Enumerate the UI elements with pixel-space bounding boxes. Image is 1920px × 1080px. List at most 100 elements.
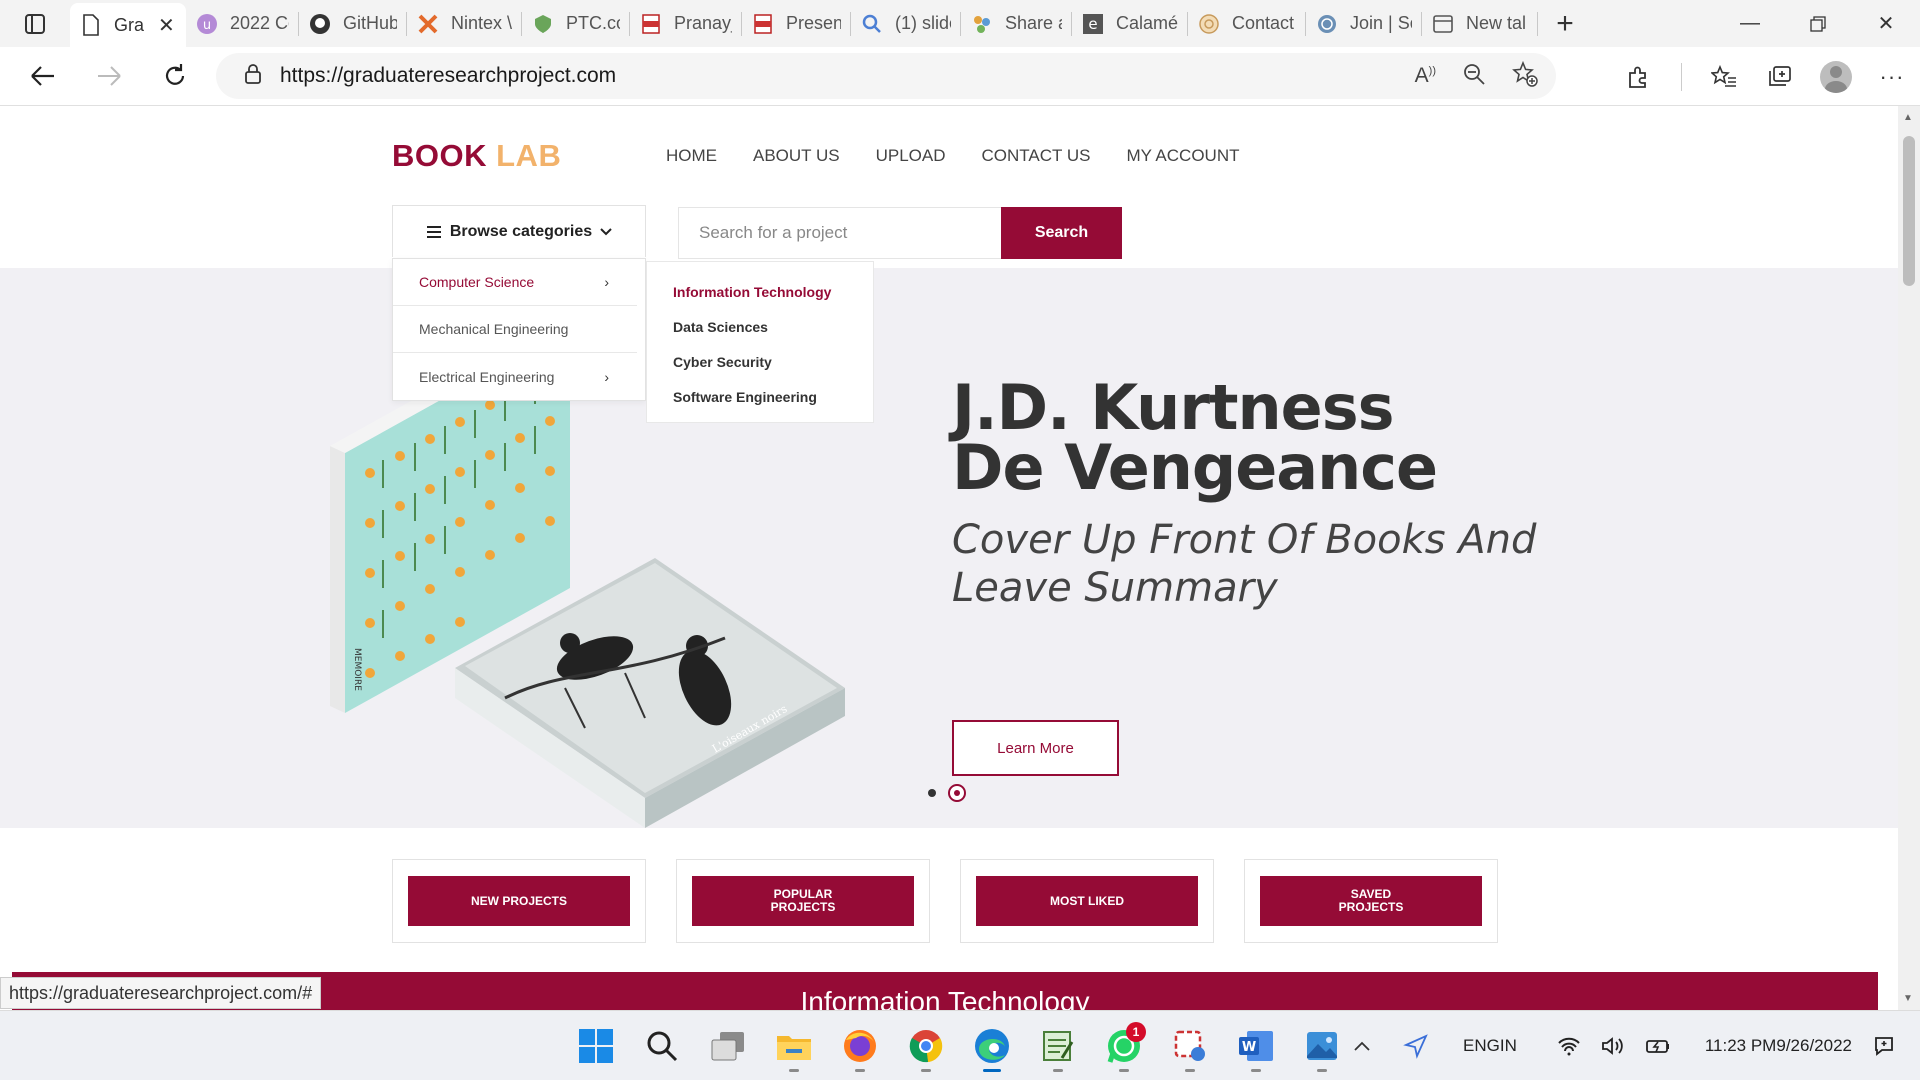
browser-tab[interactable]: PTC.con: [522, 0, 630, 47]
scrollbar-thumb[interactable]: [1903, 136, 1915, 286]
window-controls: — ✕: [1716, 0, 1920, 47]
browser-tab[interactable]: Pranay_: [630, 0, 742, 47]
battery-icon[interactable]: [1645, 1037, 1671, 1055]
notepad-button[interactable]: [1034, 1020, 1082, 1072]
search-button[interactable]: Search: [1001, 207, 1122, 259]
svg-text:u: u: [203, 18, 211, 33]
slider-dot-2[interactable]: [948, 784, 966, 802]
location-arrow-icon: [1403, 1034, 1428, 1059]
tab-actions-button[interactable]: [0, 0, 70, 47]
forward-button[interactable]: [76, 47, 142, 106]
notification-badge: 1: [1126, 1022, 1146, 1042]
categories-dropdown: Computer Science › Mechanical Engineerin…: [392, 258, 646, 401]
extensions-button[interactable]: [1610, 47, 1666, 106]
close-tab-icon[interactable]: ✕: [158, 13, 175, 38]
new-projects-button[interactable]: NEW PROJECTS: [408, 876, 630, 926]
refresh-button[interactable]: [142, 47, 208, 106]
swirl-icon: [1198, 13, 1220, 35]
clock[interactable]: 11:23 PM 9/26/2022: [1705, 1035, 1852, 1057]
nav-upload[interactable]: UPLOAD: [876, 146, 946, 166]
browse-categories-button[interactable]: Browse categories: [392, 205, 646, 257]
card-new-projects: NEW PROJECTS: [392, 859, 646, 943]
search-icon: [861, 13, 883, 35]
new-tab-button[interactable]: +: [1538, 0, 1592, 47]
tab-label: Pranay_: [674, 13, 732, 33]
nav-my-account[interactable]: MY ACCOUNT: [1126, 146, 1239, 166]
zoom-out-icon[interactable]: [1462, 62, 1486, 91]
browser-tab[interactable]: Share a: [961, 0, 1072, 47]
windows-start-button[interactable]: [572, 1020, 620, 1072]
browser-tab[interactable]: GitHub: [299, 0, 407, 47]
running-indicator: [1251, 1069, 1261, 1072]
learn-more-button[interactable]: Learn More: [952, 720, 1119, 776]
photos-button[interactable]: [1298, 1020, 1346, 1072]
tray-overflow-button[interactable]: [1353, 1040, 1371, 1052]
edge-button[interactable]: [968, 1020, 1016, 1072]
browser-tab[interactable]: Nintex \: [407, 0, 522, 47]
card-popular-projects: POPULAR PROJECTS: [676, 859, 930, 943]
read-aloud-icon[interactable]: A)): [1415, 64, 1436, 88]
browser-tab[interactable]: Present: [742, 0, 851, 47]
browser-tab[interactable]: (1) slide: [851, 0, 961, 47]
books-illustration: MEMOIRE L'oiseaux noirs: [330, 398, 845, 828]
saved-projects-button[interactable]: SAVED PROJECTS: [1260, 876, 1482, 926]
scroll-down-icon[interactable]: ▼: [1903, 993, 1913, 1004]
settings-more-button[interactable]: ···: [1864, 47, 1920, 106]
nav-contact-us[interactable]: CONTACT US: [982, 146, 1091, 166]
search-input[interactable]: Search for a project: [678, 207, 1001, 259]
snipping-tool-button[interactable]: [1166, 1020, 1214, 1072]
minimize-button[interactable]: —: [1716, 0, 1784, 47]
site-logo[interactable]: BOOK LAB: [392, 138, 561, 174]
subcategory-data-sciences[interactable]: Data Sciences: [673, 309, 873, 344]
whatsapp-button[interactable]: 1: [1100, 1020, 1148, 1072]
forward-arrow-icon: [98, 66, 121, 86]
location-button[interactable]: [1403, 1033, 1429, 1059]
page-scrollbar[interactable]: ▲ ▼: [1898, 106, 1920, 1010]
taskbar-search-button[interactable]: [638, 1020, 686, 1072]
notepad-icon: [1043, 1031, 1074, 1061]
browser-tab[interactable]: e Calamé: [1072, 0, 1188, 47]
browser-tab-active[interactable]: Gra ✕: [70, 3, 186, 47]
browser-tab[interactable]: New tal: [1422, 0, 1538, 47]
volume-icon[interactable]: [1601, 1036, 1625, 1056]
favorites-button[interactable]: [1696, 47, 1752, 106]
browser-tab[interactable]: Contact: [1188, 0, 1306, 47]
address-bar[interactable]: https://graduateresearchproject.com A)): [216, 53, 1556, 99]
chrome-button[interactable]: [902, 1020, 950, 1072]
scroll-up-icon[interactable]: ▲: [1903, 112, 1913, 123]
word-icon: W: [1239, 1031, 1273, 1061]
category-computer-science[interactable]: Computer Science ›: [393, 259, 637, 306]
task-view-button[interactable]: [704, 1020, 752, 1072]
firefox-button[interactable]: [836, 1020, 884, 1072]
language-indicator[interactable]: ENG IN: [1463, 1035, 1517, 1057]
tab-label: Share a: [1005, 13, 1062, 33]
nav-home[interactable]: HOME: [666, 146, 717, 166]
nav-about-us[interactable]: ABOUT US: [753, 146, 840, 166]
svg-text:e: e: [1088, 15, 1097, 33]
category-electrical-engineering[interactable]: Electrical Engineering ›: [393, 353, 637, 400]
close-window-button[interactable]: ✕: [1852, 0, 1920, 47]
card-most-liked: MOST LIKED: [960, 859, 1214, 943]
collections-button[interactable]: [1752, 47, 1808, 106]
category-mechanical-engineering[interactable]: Mechanical Engineering: [393, 306, 637, 353]
subcategory-cyber-security[interactable]: Cyber Security: [673, 344, 873, 379]
word-button[interactable]: W: [1232, 1020, 1280, 1072]
add-favorite-icon[interactable]: [1512, 60, 1538, 92]
wifi-icon[interactable]: [1557, 1036, 1581, 1056]
main-nav: HOME ABOUT US UPLOAD CONTACT US MY ACCOU…: [666, 146, 1240, 166]
tab-label: New tal: [1466, 13, 1527, 33]
back-button[interactable]: [10, 47, 76, 106]
subcategory-information-technology[interactable]: Information Technology: [673, 274, 873, 309]
popular-projects-button[interactable]: POPULAR PROJECTS: [692, 876, 914, 926]
notifications-button[interactable]: [1872, 1034, 1896, 1058]
slider-dot-1[interactable]: [928, 789, 936, 797]
restore-button[interactable]: [1784, 0, 1852, 47]
file-explorer-button[interactable]: [770, 1020, 818, 1072]
browser-tab[interactable]: Join | Sc: [1306, 0, 1422, 47]
system-tray: ENG IN 11:23 PM 9/26/2022: [1343, 1011, 1920, 1080]
subcategory-software-engineering[interactable]: Software Engineering: [673, 379, 873, 414]
most-liked-button[interactable]: MOST LIKED: [976, 876, 1198, 926]
task-view-icon: [711, 1032, 744, 1061]
browser-tab[interactable]: u 2022 Co: [186, 0, 299, 47]
profile-button[interactable]: [1808, 47, 1864, 106]
